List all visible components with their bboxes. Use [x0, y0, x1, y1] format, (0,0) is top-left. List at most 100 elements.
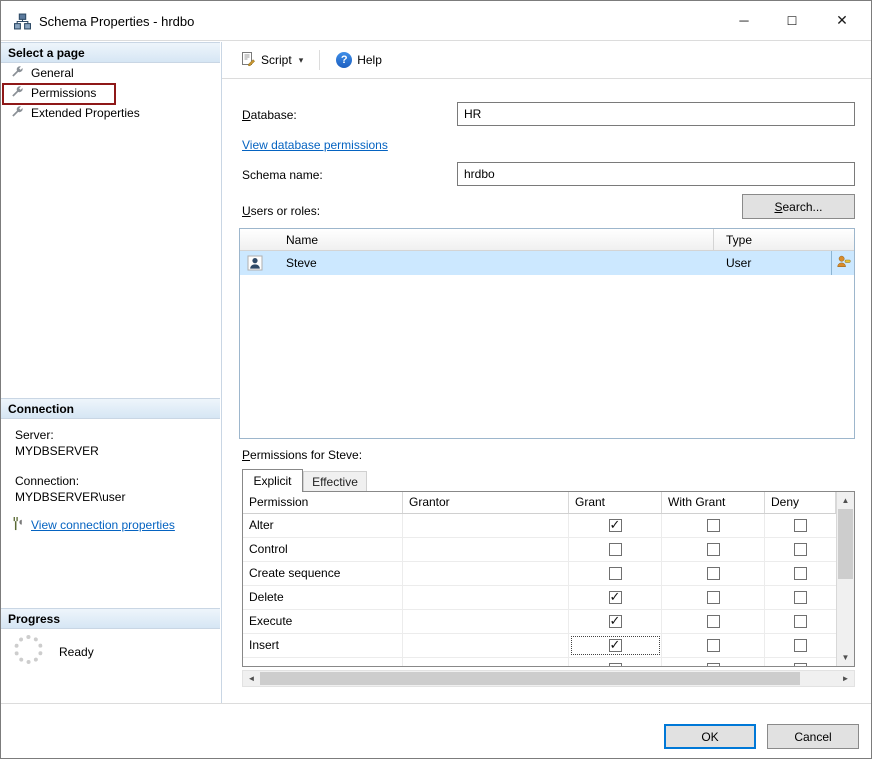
- grant-checkbox[interactable]: [609, 663, 622, 666]
- deny-checkbox[interactable]: [794, 591, 807, 604]
- horizontal-scrollbar[interactable]: ◄ ►: [242, 670, 855, 687]
- type-column-header[interactable]: Type: [726, 233, 752, 247]
- permission-name-cell: Execute: [243, 610, 403, 633]
- with-grant-checkbox[interactable]: [707, 639, 720, 652]
- with-grant-checkbox[interactable]: [707, 591, 720, 604]
- deny-checkbox[interactable]: [794, 543, 807, 556]
- permission-name-cell: Insert: [243, 634, 403, 657]
- vertical-scrollbar[interactable]: ▲ ▼: [836, 492, 854, 666]
- name-column-header[interactable]: Name: [286, 233, 318, 247]
- sidebar-item-extended-properties[interactable]: Extended Properties: [1, 103, 220, 123]
- deny-checkbox[interactable]: [794, 519, 807, 532]
- permission-row[interactable]: Alter: [243, 514, 836, 538]
- progress-header: Progress: [1, 608, 220, 629]
- vertical-scroll-thumb[interactable]: [838, 509, 853, 579]
- tab-effective[interactable]: Effective: [303, 471, 367, 492]
- users-or-roles-label: Users or roles:: [242, 204, 320, 218]
- with-grant-checkbox[interactable]: [707, 663, 720, 666]
- chevron-down-icon[interactable]: ▾: [297, 55, 304, 66]
- titlebar: Schema Properties - hrdbo ─ ☐ ✕: [1, 1, 871, 41]
- sidebar-item-label: Permissions: [31, 86, 96, 100]
- effective-permissions-cell[interactable]: [831, 251, 855, 275]
- cancel-button[interactable]: Cancel: [767, 724, 859, 749]
- tab-explicit[interactable]: Explicit: [242, 469, 303, 492]
- ok-button[interactable]: OK: [664, 724, 756, 749]
- view-database-permissions-link[interactable]: View database permissions: [242, 138, 388, 152]
- deny-checkbox[interactable]: [794, 615, 807, 628]
- grant-checkbox[interactable]: [609, 567, 622, 580]
- close-button[interactable]: ✕: [819, 1, 865, 40]
- deny-checkbox[interactable]: [794, 567, 807, 580]
- minimize-button[interactable]: ─: [721, 1, 767, 40]
- deny-checkbox[interactable]: [794, 663, 807, 666]
- scroll-left-button[interactable]: ◄: [243, 671, 260, 686]
- grant-checkbox[interactable]: [609, 519, 622, 532]
- scroll-down-button[interactable]: ▼: [837, 649, 854, 666]
- permission-row[interactable]: Control: [243, 538, 836, 562]
- grantor-cell: [403, 658, 569, 666]
- footer: OK Cancel: [1, 703, 872, 759]
- maximize-button[interactable]: ☐: [769, 1, 815, 40]
- grantor-cell: [403, 562, 569, 585]
- database-input[interactable]: [457, 102, 855, 126]
- sidebar-item-permissions[interactable]: Permissions: [1, 83, 220, 103]
- server-value: MYDBSERVER: [15, 444, 99, 458]
- grantor-cell: [403, 634, 569, 657]
- user-type-cell: User: [726, 256, 751, 270]
- with-grant-checkbox[interactable]: [707, 543, 720, 556]
- grantor-column-header[interactable]: Grantor: [403, 492, 569, 513]
- connection-header: Connection: [1, 398, 220, 419]
- server-label: Server:: [15, 428, 54, 442]
- permissions-grid: Permission Grantor Grant With Grant Deny…: [242, 491, 855, 667]
- permission-row[interactable]: Insert: [243, 634, 836, 658]
- with-grant-column-header[interactable]: With Grant: [662, 492, 765, 513]
- permission-row[interactable]: Delete: [243, 586, 836, 610]
- search-button[interactable]: Search...: [742, 194, 855, 219]
- help-button[interactable]: ? Help: [330, 48, 388, 72]
- grantor-cell: [403, 514, 569, 537]
- deny-column-header[interactable]: Deny: [765, 492, 836, 513]
- permission-row[interactable]: Create sequence: [243, 562, 836, 586]
- focused-cell: [569, 634, 662, 657]
- wrench-icon: [10, 85, 24, 102]
- grant-checkbox[interactable]: [609, 615, 622, 628]
- script-button[interactable]: Script ▾: [234, 47, 309, 74]
- database-label: Database:: [242, 108, 297, 122]
- grant-checkbox[interactable]: [609, 591, 622, 604]
- wrench-icon: [10, 105, 24, 122]
- table-row[interactable]: Steve User: [240, 251, 854, 275]
- permission-name-cell: Control: [243, 538, 403, 561]
- permission-column-header[interactable]: Permission: [243, 492, 403, 513]
- help-icon: ?: [336, 52, 352, 68]
- with-grant-checkbox[interactable]: [707, 567, 720, 580]
- permission-name-cell: [243, 658, 403, 666]
- sidebar: Select a page General Permissions Extend…: [1, 42, 220, 703]
- window-title: Schema Properties - hrdbo: [39, 14, 194, 29]
- permission-row-partial[interactable]: [243, 658, 836, 666]
- permissions-for-label: Permissions for Steve:: [242, 448, 362, 462]
- wrench-icon: [10, 65, 24, 82]
- scroll-right-button[interactable]: ►: [837, 671, 854, 686]
- schema-name-label: Schema name:: [242, 168, 323, 182]
- grant-checkbox[interactable]: [609, 639, 622, 652]
- connection-value: MYDBSERVER\user: [15, 490, 125, 504]
- script-icon: [240, 51, 256, 70]
- grant-checkbox[interactable]: [609, 543, 622, 556]
- view-connection-properties-link[interactable]: View connection properties: [31, 518, 175, 532]
- schema-properties-dialog: Schema Properties - hrdbo ─ ☐ ✕ Select a…: [0, 0, 872, 759]
- progress-spinner: [14, 635, 43, 664]
- horizontal-scroll-thumb[interactable]: [260, 672, 800, 685]
- schema-icon: [14, 13, 31, 30]
- permission-row[interactable]: Execute: [243, 610, 836, 634]
- schema-name-input[interactable]: [457, 162, 855, 186]
- with-grant-checkbox[interactable]: [707, 615, 720, 628]
- grant-column-header[interactable]: Grant: [569, 492, 662, 513]
- scroll-up-button[interactable]: ▲: [837, 492, 854, 509]
- with-grant-checkbox[interactable]: [707, 519, 720, 532]
- connection-label: Connection:: [15, 474, 79, 488]
- grantor-cell: [403, 586, 569, 609]
- progress-panel: Progress Ready: [1, 608, 220, 703]
- connection-panel: Connection Server: MYDBSERVER Connection…: [1, 398, 220, 602]
- deny-checkbox[interactable]: [794, 639, 807, 652]
- sidebar-item-general[interactable]: General: [1, 63, 220, 83]
